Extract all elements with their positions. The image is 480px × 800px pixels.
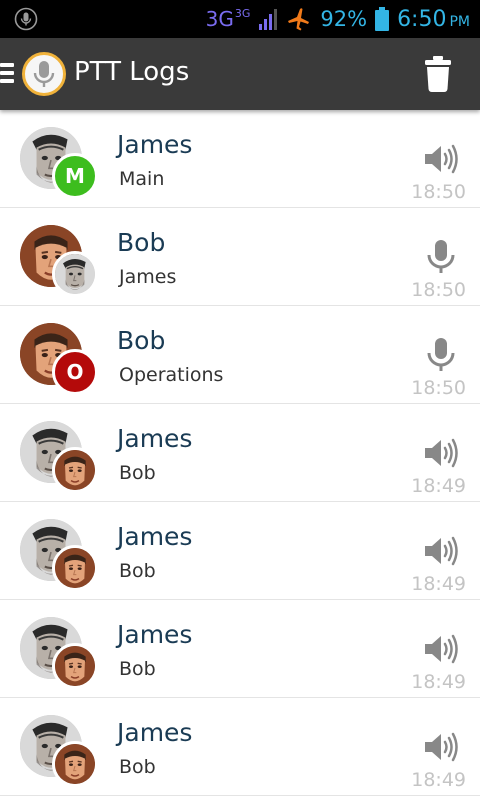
- speaker-icon[interactable]: [422, 532, 460, 570]
- log-timestamp: 18:50: [411, 377, 466, 399]
- log-timestamp: 18:49: [411, 769, 466, 791]
- contact-badge-avatar: [52, 643, 98, 689]
- contact-badge-avatar: [52, 741, 98, 787]
- log-item[interactable]: James Bob 18:49: [0, 404, 480, 502]
- target-name: Main: [119, 168, 165, 190]
- caller-name: James: [117, 130, 193, 159]
- log-timestamp: 18:50: [411, 181, 466, 203]
- log-item[interactable]: James Bob 18:49: [0, 698, 480, 796]
- microphone-icon[interactable]: [422, 336, 460, 374]
- log-timestamp: 18:49: [411, 671, 466, 693]
- caller-name: James: [117, 620, 193, 649]
- group-badge-letter: O: [66, 360, 84, 384]
- page-title: PTT Logs: [74, 57, 190, 87]
- log-item[interactable]: Bob James 18:50: [0, 208, 480, 306]
- contact-badge-avatar: [52, 545, 98, 591]
- trash-icon[interactable]: [424, 56, 452, 92]
- app-logo-icon[interactable]: [22, 52, 66, 96]
- target-name: Bob: [119, 658, 156, 680]
- log-item[interactable]: M James Main 18:50: [0, 110, 480, 208]
- group-badge: O: [52, 349, 98, 395]
- caller-name: James: [117, 522, 193, 551]
- log-timestamp: 18:50: [411, 279, 466, 301]
- contact-badge-avatar: [52, 251, 98, 297]
- action-bar: PTT Logs: [0, 38, 480, 110]
- caller-name: James: [117, 718, 193, 747]
- menu-icon[interactable]: [0, 63, 14, 85]
- airplane-icon: [286, 7, 312, 31]
- status-bar: 3G 3G 92% 6:50 PM: [0, 0, 480, 38]
- microphone-icon[interactable]: [422, 238, 460, 276]
- log-item[interactable]: James Bob 18:49: [0, 600, 480, 698]
- caller-name: Bob: [117, 326, 166, 355]
- log-timestamp: 18:49: [411, 475, 466, 497]
- speaker-icon[interactable]: [422, 728, 460, 766]
- network-type: 3G 3G: [205, 7, 251, 31]
- log-timestamp: 18:49: [411, 573, 466, 595]
- log-item[interactable]: O Bob Operations 18:50: [0, 306, 480, 404]
- caller-name: James: [117, 424, 193, 453]
- speaker-icon[interactable]: [422, 630, 460, 668]
- target-name: Bob: [119, 756, 156, 778]
- contact-badge-avatar: [52, 447, 98, 493]
- caller-name: Bob: [117, 228, 166, 257]
- log-list[interactable]: M James Main 18:50 Bob James 18:50 O Bob…: [0, 110, 480, 800]
- clock: 6:50 PM: [397, 6, 470, 32]
- log-item[interactable]: James Bob 18:49: [0, 502, 480, 600]
- target-name: Operations: [119, 364, 224, 386]
- battery-icon: [375, 7, 390, 31]
- target-name: Bob: [119, 560, 156, 582]
- target-name: James: [119, 266, 177, 288]
- mic-notification-icon: [14, 7, 38, 31]
- group-badge: M: [52, 153, 98, 199]
- signal-icon: [258, 8, 278, 30]
- battery-percent: 92%: [320, 7, 368, 31]
- speaker-icon[interactable]: [422, 434, 460, 472]
- group-badge-letter: M: [65, 164, 85, 188]
- target-name: Bob: [119, 462, 156, 484]
- speaker-icon[interactable]: [422, 140, 460, 178]
